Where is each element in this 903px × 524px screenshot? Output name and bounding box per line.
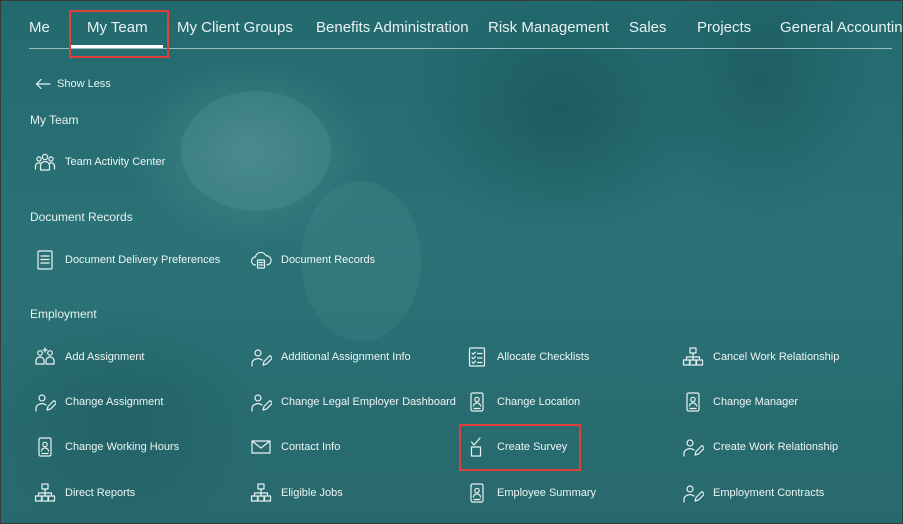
menu-item-eligible-jobs[interactable]: Eligible Jobs — [250, 482, 343, 504]
menu-item-label: Add Assignment — [65, 351, 145, 363]
menu-item-label: Direct Reports — [65, 487, 136, 499]
background-shape — [181, 91, 331, 211]
top-navigation: Me My Team My Client Groups Benefits Adm… — [1, 1, 902, 58]
menu-item-cancel-work-relationship[interactable]: Cancel Work Relationship — [682, 346, 839, 368]
menu-item-label: Team Activity Center — [65, 156, 166, 168]
menu-item-create-work-relationship[interactable]: Create Work Relationship — [682, 436, 838, 458]
menu-item-additional-assignment-info[interactable]: Additional Assignment Info — [250, 346, 411, 368]
menu-item-change-manager[interactable]: Change Manager — [682, 391, 798, 413]
menu-item-label: Change Working Hours — [65, 441, 180, 453]
menu-item-contact-info[interactable]: Contact Info — [250, 436, 340, 458]
menu-item-label: Change Location — [497, 396, 581, 408]
page-background: Me My Team My Client Groups Benefits Adm… — [0, 0, 903, 524]
person-pen-icon — [34, 391, 56, 413]
org-chart-icon — [34, 482, 56, 504]
nav-tab-sales[interactable]: Sales — [629, 19, 667, 36]
nav-tab-me[interactable]: Me — [29, 19, 50, 36]
menu-item-change-working-hours[interactable]: Change Working Hours — [34, 436, 179, 458]
org-chart-icon — [682, 346, 704, 368]
menu-item-change-assignment[interactable]: Change Assignment — [34, 391, 163, 413]
show-less-link[interactable]: Show Less — [35, 78, 111, 90]
menu-item-label: Contact Info — [281, 441, 341, 453]
org-chart-icon — [250, 482, 272, 504]
nav-tab-risk-management[interactable]: Risk Management — [488, 19, 609, 36]
menu-item-label: Change Assignment — [65, 396, 164, 408]
menu-item-change-location[interactable]: Change Location — [466, 391, 580, 413]
checklist-icon — [466, 346, 488, 368]
nav-tab-benefits-administration[interactable]: Benefits Administration — [316, 19, 469, 36]
nav-tab-general-accounting[interactable]: General Accounting — [780, 19, 902, 36]
arrow-left-icon — [35, 78, 51, 90]
menu-item-document-delivery-preferences[interactable]: Document Delivery Preferences — [34, 249, 220, 271]
show-less-label: Show Less — [57, 78, 111, 90]
people-add-icon — [34, 346, 56, 368]
nav-tab-projects[interactable]: Projects — [697, 19, 751, 36]
section-title-employment: Employment — [30, 307, 97, 321]
menu-item-label: Allocate Checklists — [497, 351, 590, 363]
menu-item-label: Change Legal Employer Dashboard — [281, 396, 456, 408]
menu-item-add-assignment[interactable]: Add Assignment — [34, 346, 145, 368]
nav-tab-my-client-groups[interactable]: My Client Groups — [177, 19, 293, 36]
menu-item-label: Employment Contracts — [713, 487, 825, 499]
menu-item-label: Change Manager — [713, 396, 799, 408]
id-badge-icon — [682, 391, 704, 413]
menu-item-employee-summary[interactable]: Employee Summary — [466, 482, 596, 504]
menu-item-allocate-checklists[interactable]: Allocate Checklists — [466, 346, 589, 368]
cloud-document-icon — [250, 249, 272, 271]
section-title-my-team: My Team — [30, 113, 79, 127]
people-group-icon — [34, 151, 56, 173]
id-badge-icon — [34, 436, 56, 458]
highlight-box-my-team — [69, 10, 169, 58]
document-list-icon — [34, 249, 56, 271]
menu-item-label: Eligible Jobs — [281, 487, 343, 499]
menu-item-team-activity-center[interactable]: Team Activity Center — [34, 151, 165, 173]
menu-item-label: Create Work Relationship — [713, 441, 839, 453]
menu-item-label: Employee Summary — [497, 487, 597, 499]
person-pen-icon — [250, 391, 272, 413]
menu-item-employment-contracts[interactable]: Employment Contracts — [682, 482, 824, 504]
highlight-box-create-survey — [459, 424, 581, 471]
person-pen-icon — [682, 436, 704, 458]
person-pen-icon — [682, 482, 704, 504]
menu-item-label: Additional Assignment Info — [281, 351, 411, 363]
menu-item-direct-reports[interactable]: Direct Reports — [34, 482, 135, 504]
envelope-icon — [250, 436, 272, 458]
person-pen-icon — [250, 346, 272, 368]
menu-item-label: Cancel Work Relationship — [713, 351, 840, 363]
id-badge-icon — [466, 482, 488, 504]
menu-item-label: Document Delivery Preferences — [65, 254, 221, 266]
menu-item-label: Document Records — [281, 254, 376, 266]
menu-item-document-records[interactable]: Document Records — [250, 249, 375, 271]
id-badge-icon — [466, 391, 488, 413]
section-title-document-records: Document Records — [30, 210, 133, 224]
menu-item-change-legal-employer-dashboard[interactable]: Change Legal Employer Dashboard — [250, 391, 456, 413]
